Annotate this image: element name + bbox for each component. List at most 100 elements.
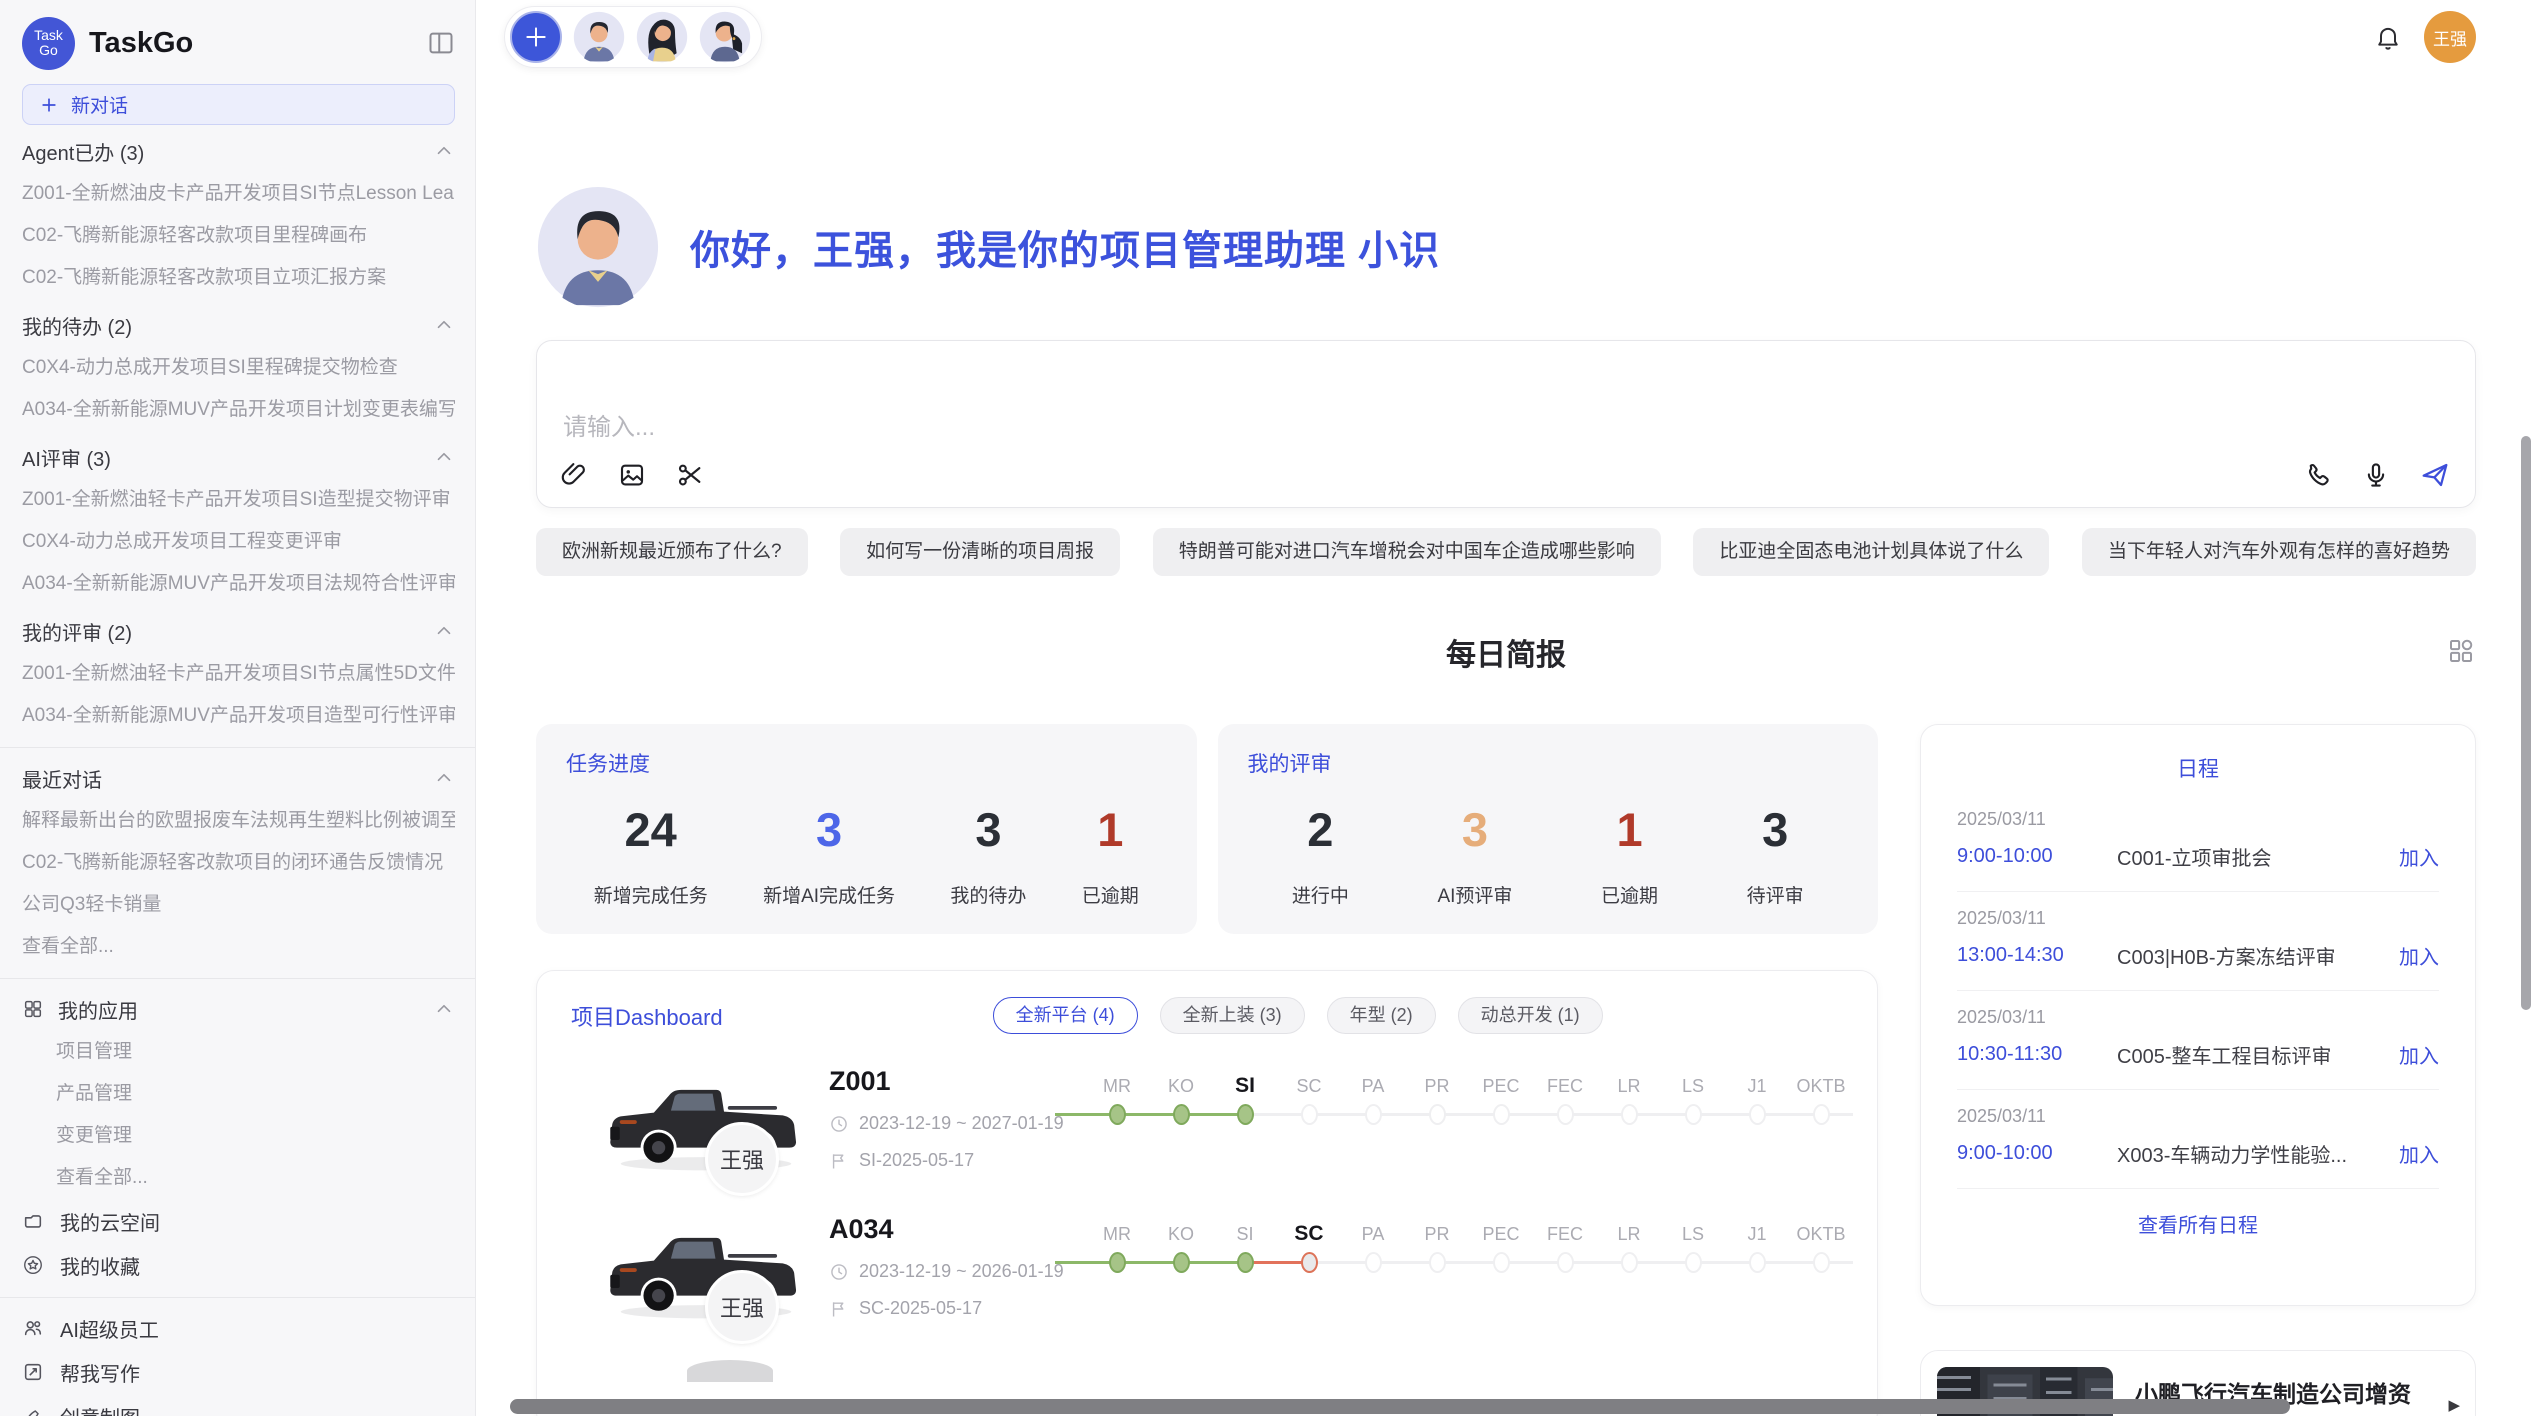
app-title: TaskGo (89, 27, 193, 60)
vertical-scrollbar[interactable] (2521, 436, 2531, 1010)
sidebar-section-header[interactable]: 最近对话 (22, 756, 455, 800)
microphone-icon[interactable] (2361, 460, 2391, 490)
horizontal-scrollbar[interactable] (510, 1399, 2290, 1414)
agent-avatar-2[interactable] (636, 11, 688, 63)
layout-grid-icon[interactable] (2446, 636, 2476, 666)
milestone-LR: LR (1597, 1070, 1661, 1128)
scissors-icon[interactable] (675, 460, 705, 490)
sidebar-section-header[interactable]: Agent已办 (3) (22, 129, 455, 173)
greeting-block: 你好，王强，我是你的项目管理助理 小识 (536, 184, 2476, 310)
milestone-dot (1557, 1104, 1574, 1125)
sidebar-app-item[interactable]: 产品管理 (56, 1073, 455, 1115)
filter-pill[interactable]: 全新上装 (3) (1160, 997, 1305, 1034)
view-all-schedule-link[interactable]: 查看所有日程 (1957, 1209, 2439, 1238)
milestone-dot (1557, 1252, 1574, 1273)
sidebar-item[interactable]: Z001-全新燃油轻卡产品开发项目SI节点属性5D文件评审 (22, 653, 455, 695)
milestone-track: MR KO SI SC PA PR PEC FEC LR LS (1085, 1064, 1867, 1128)
new-chat-button[interactable]: 新对话 (22, 84, 455, 125)
agent-pill (504, 6, 762, 68)
sidebar-tool-pen[interactable]: 创意制图 (22, 1394, 455, 1416)
sidebar-item[interactable]: C0X4-动力总成开发项目工程变更评审 (22, 521, 455, 563)
milestone-dot (1173, 1252, 1190, 1273)
milestone-LS: LS (1661, 1218, 1725, 1276)
sidebar-item-cloud[interactable]: 我的云空间 (22, 1199, 455, 1243)
send-icon[interactable] (2419, 459, 2451, 491)
sidebar-section-title: AI评审 (3) (22, 443, 111, 472)
sidebar-item[interactable]: C02-飞腾新能源轻客改款项目立项汇报方案 (22, 257, 455, 299)
project-row[interactable]: 王强 Z001 2023-12-19 ~ 2027-01-19 SI-2025-… (571, 1064, 1843, 1182)
phone-icon[interactable] (2303, 460, 2333, 490)
schedule-list: 2025/03/11 9:00-10:00 C001-立项审批会 加入 2025… (1957, 793, 2439, 1189)
composer[interactable]: 请输入... (536, 340, 2476, 508)
sidebar-app-item[interactable]: 变更管理 (56, 1115, 455, 1157)
join-link[interactable]: 加入 (2399, 842, 2439, 871)
suggestion-chip[interactable]: 特朗普可能对进口汽车增税会对中国车企造成哪些影响 (1153, 528, 1661, 576)
agent-avatar-1[interactable] (573, 11, 625, 63)
sidebar-item[interactable]: C02-飞腾新能源轻客改款项目里程碑画布 (22, 215, 455, 257)
sidebar-section-my-apps[interactable]: 我的应用 (22, 987, 455, 1031)
sidebar-section-header[interactable]: 我的待办 (2) (22, 303, 455, 347)
suggestion-chip[interactable]: 当下年轻人对汽车外观有怎样的喜好趋势 (2082, 528, 2476, 576)
user-avatar[interactable]: 王强 (2424, 11, 2476, 63)
owner-badge: 王强 (705, 1270, 779, 1344)
filter-pill[interactable]: 全新平台 (4) (993, 997, 1138, 1034)
sidebar-link-label: 我的收藏 (60, 1251, 140, 1280)
agent-avatar-3[interactable] (699, 11, 751, 63)
sidebar-item[interactable]: C0X4-动力总成开发项目SI里程碑提交物检查 (22, 347, 455, 389)
schedule-time: 9:00-10:00 (1957, 845, 2109, 868)
suggestion-chip[interactable]: 比亚迪全固态电池计划具体说了什么 (1693, 528, 2049, 576)
sidebar-section-header[interactable]: AI评审 (3) (22, 435, 455, 479)
milestone-dot (1621, 1104, 1638, 1125)
sidebar-app-item[interactable]: 项目管理 (56, 1031, 455, 1073)
suggestion-chip[interactable]: 如何写一份清晰的项目周报 (840, 528, 1120, 576)
filter-pill[interactable]: 动总开发 (1) (1458, 997, 1603, 1034)
sidebar-item[interactable]: Z001-全新燃油皮卡产品开发项目SI节点Lesson Learn报告 (22, 173, 455, 215)
sidebar-tool-people[interactable]: AI超级员工 (22, 1306, 455, 1350)
logo-line1: Task (34, 28, 63, 43)
milestone-label: J1 (1725, 1218, 1789, 1250)
filter-pill[interactable]: 年型 (2) (1327, 997, 1436, 1034)
sidebar-item[interactable]: A034-全新新能源MUV产品开发项目造型可行性评审 (22, 695, 455, 737)
clock-icon (829, 1114, 849, 1134)
notification-bell-icon[interactable] (2374, 23, 2402, 51)
sidebar-app-item[interactable]: 查看全部... (56, 1157, 455, 1199)
sidebar-item[interactable]: Z001-全新燃油轻卡产品开发项目SI造型提交物评审 (22, 479, 455, 521)
topbar: 王强 (504, 0, 2476, 68)
milestone-label: LR (1597, 1218, 1661, 1250)
sidebar-item[interactable]: 查看全部... (22, 926, 455, 968)
sidebar-item[interactable]: 解释最新出台的欧盟报废车法规再生塑料比例被调至15%... (22, 800, 455, 842)
sidebar-item[interactable]: A034-全新新能源MUV产品开发项目法规符合性评审 (22, 563, 455, 605)
app-root: Task Go TaskGo 新对话 Agent已办 (3) Z001-全新燃油… (0, 0, 2532, 1416)
stat-value: 1 (1082, 802, 1139, 857)
stat-value: 2 (1292, 802, 1349, 857)
sidebar-item[interactable]: A034-全新新能源MUV产品开发项目计划变更表编写 (22, 389, 455, 431)
add-agent-button[interactable] (510, 11, 562, 63)
sidebar-item-star[interactable]: 我的收藏 (22, 1243, 455, 1287)
project-row[interactable]: 王强 A034 2023-12-19 ~ 2026-01-19 SC-2025-… (571, 1212, 1843, 1330)
join-link[interactable]: 加入 (2399, 1040, 2439, 1069)
milestone-MR: MR (1085, 1070, 1149, 1128)
suggestion-chips: 欧洲新规最近颁布了什么? 如何写一份清晰的项目周报特朗普可能对进口汽车增税会对中国… (536, 528, 2476, 576)
collapse-sidebar-icon[interactable] (427, 29, 455, 57)
project-flag: SI-2025-05-17 (829, 1150, 1085, 1171)
sidebar-item[interactable]: 公司Q3轻卡销量 (22, 884, 455, 926)
milestone-label: PEC (1469, 1218, 1533, 1250)
scroll-right-arrow[interactable]: ▶ (2448, 1396, 2460, 1414)
apps-grid-icon (22, 998, 44, 1020)
sidebar-tool-write[interactable]: 帮我写作 (22, 1350, 455, 1394)
attachment-icon[interactable] (559, 460, 589, 490)
people-icon (22, 1317, 44, 1339)
join-link[interactable]: 加入 (2399, 1139, 2439, 1168)
greeting-text: 你好，王强，我是你的项目管理助理 小识 (690, 218, 1440, 276)
schedule-item: 2025/03/11 9:00-10:00 X003-车辆动力学性能验... 加… (1957, 1090, 2439, 1189)
milestone-dot (1109, 1104, 1126, 1125)
clock-icon (829, 1262, 849, 1282)
sidebar-section-header[interactable]: 我的评审 (2) (22, 609, 455, 653)
stat: 2 进行中 (1292, 802, 1349, 908)
stat-label: 新增完成任务 (594, 881, 708, 908)
dashboard-filters: 全新平台 (4) 全新上装 (3) 年型 (2) 动总开发 (1) (993, 997, 1603, 1034)
sidebar-item[interactable]: C02-飞腾新能源轻客改款项目的闭环通告反馈情况 (22, 842, 455, 884)
image-icon[interactable] (617, 460, 647, 490)
join-link[interactable]: 加入 (2399, 941, 2439, 970)
suggestion-chip[interactable]: 欧洲新规最近颁布了什么? (536, 528, 808, 576)
